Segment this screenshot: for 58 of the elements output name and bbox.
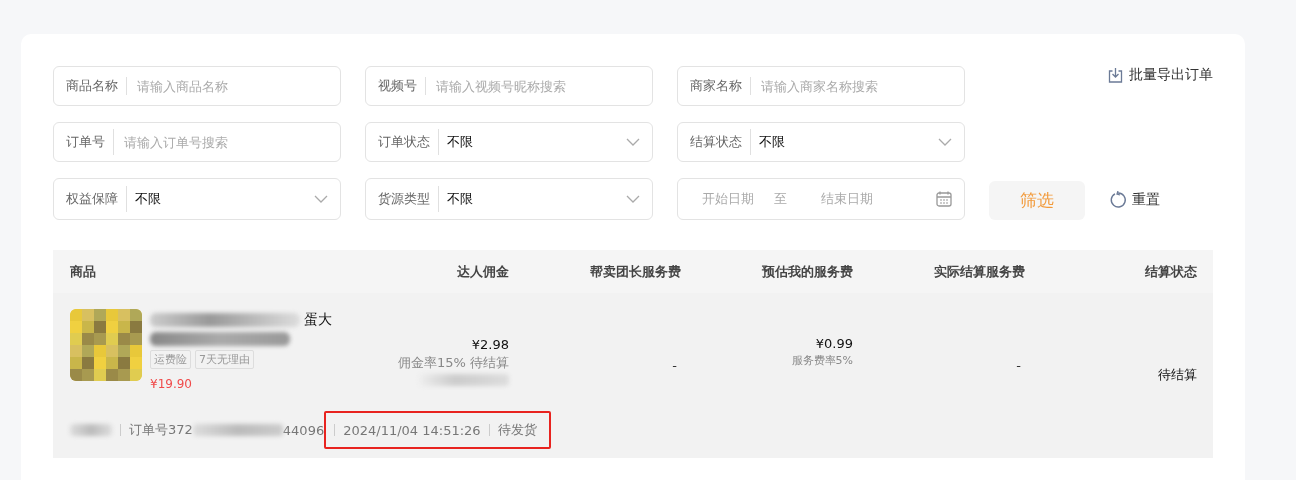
search-field[interactable]: 商品名称 请输入商品名称 (53, 66, 341, 106)
field-label: 结算状态 (690, 133, 742, 151)
product-title: 蛋大 (304, 311, 332, 329)
input-field[interactable]: 请输入商家名称搜索 (759, 77, 952, 95)
field-label: 商家名称 (690, 77, 742, 95)
redaction-mark (70, 424, 112, 436)
column-header: 结算状态 (1144, 262, 1197, 281)
export-button[interactable]: 批量导出订单 (1108, 66, 1213, 84)
field-label: 视频号 (378, 77, 417, 95)
select-value: 不限 (447, 133, 474, 151)
select-value: 不限 (447, 190, 474, 208)
select-field[interactable]: 结算状态 不限 (677, 122, 965, 162)
order-number: 订单号372 (129, 421, 193, 439)
chevron-down-icon (314, 195, 328, 203)
order-status: 待发货 (497, 421, 537, 439)
search-field[interactable]: 商家名称 请输入商家名称搜索 (677, 66, 965, 106)
end-date-placeholder: 结束日期 (821, 190, 873, 208)
select-field[interactable]: 订单状态 不限 (365, 122, 653, 162)
order-number-tail: 44096 (282, 422, 325, 438)
table-cell: - (672, 357, 677, 373)
calendar-icon (936, 191, 952, 207)
input-field[interactable]: 请输入商品名称 (135, 77, 328, 95)
input-field[interactable]: 请输入视频号昵称搜索 (434, 77, 640, 95)
start-date-placeholder: 开始日期 (702, 190, 754, 208)
select-field[interactable]: 权益保障 不限 (53, 178, 341, 220)
range-separator: 至 (774, 190, 787, 208)
download-icon (1108, 67, 1123, 83)
field-label: 货源类型 (378, 190, 430, 208)
search-field[interactable]: 视频号 请输入视频号昵称搜索 (365, 66, 653, 106)
chevron-down-icon (626, 138, 640, 146)
select-value: 不限 (135, 190, 162, 208)
search-field[interactable]: 订单号 请输入订单号搜索 (53, 122, 341, 162)
table-cell: - (1016, 357, 1021, 373)
settlement-status: 待结算 (1158, 365, 1197, 384)
column-header: 实际结算服务费 (933, 262, 1025, 281)
service-fee-amount: ¥0.99 (815, 336, 853, 351)
service-tag: 7天无理由 (195, 350, 254, 369)
column-header: 商品 (69, 262, 97, 281)
column-header: 达人佣金 (456, 262, 509, 281)
field-label: 商品名称 (66, 77, 118, 95)
field-label: 权益保障 (66, 190, 118, 208)
field-label: 订单号 (66, 133, 105, 151)
input-field[interactable]: 请输入订单号搜索 (122, 133, 328, 151)
chevron-down-icon (626, 195, 640, 203)
refresh-icon (1109, 191, 1127, 209)
select-field[interactable]: 货源类型 不限 (365, 178, 653, 220)
service-fee-note: 服务费率5% (791, 353, 853, 368)
order-time: 2024/11/04 14:51:26 (343, 422, 481, 438)
product-price: ¥19.90 (150, 377, 193, 391)
select-value: 不限 (759, 133, 786, 151)
column-header: 预估我的服务费 (761, 262, 853, 281)
commission-note: 佣金率15% 待结算 (397, 353, 509, 372)
service-tag: 运费险 (150, 350, 191, 369)
field-label: 订单状态 (378, 133, 430, 151)
column-header: 帮卖团长服务费 (589, 262, 681, 281)
commission-amount: ¥2.98 (471, 336, 509, 352)
reset-button[interactable]: 重置 (1109, 191, 1160, 209)
chevron-down-icon (938, 138, 952, 146)
